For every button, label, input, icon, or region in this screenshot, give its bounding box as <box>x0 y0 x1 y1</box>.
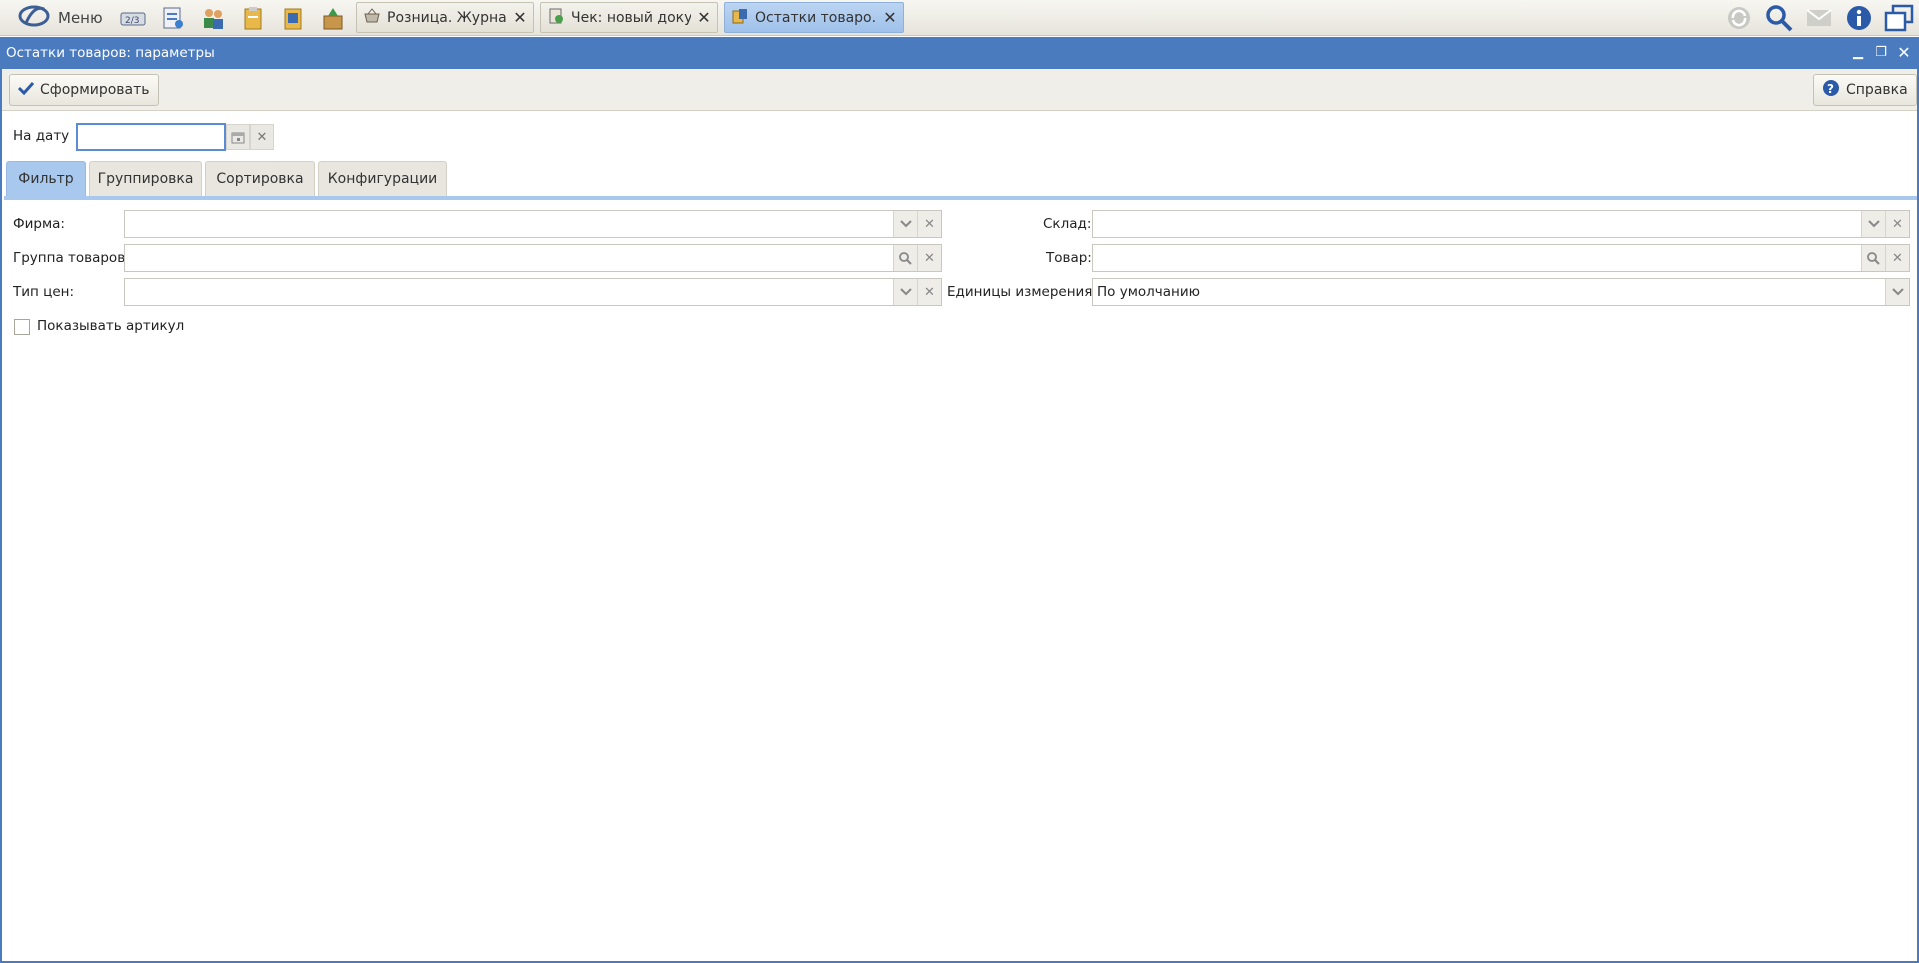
chevron-down-icon[interactable] <box>893 279 917 305</box>
tab-grouping-label: Группировка <box>97 171 194 187</box>
refresh-icon[interactable] <box>1723 3 1755 33</box>
price-type-field[interactable]: ✕ <box>124 278 942 306</box>
warehouse-box-icon[interactable] <box>318 4 348 32</box>
search-icon[interactable] <box>893 245 917 271</box>
tab-label: Розница. Журнал <box>387 9 507 26</box>
units-value: По умолчанию <box>1097 284 1200 300</box>
tab-label: Чек: новый доку... <box>571 9 691 26</box>
help-label: Справка <box>1846 82 1908 98</box>
close-icon[interactable]: ✕ <box>513 8 527 27</box>
tab-filter-label: Фильтр <box>18 171 74 187</box>
product-group-field[interactable]: ✕ <box>124 244 942 272</box>
close-window-icon[interactable]: ✕ <box>1895 44 1913 62</box>
units-label: Единицы измерения: <box>947 284 1097 300</box>
warehouse-field[interactable]: ✕ <box>1092 210 1910 238</box>
calendar-icon[interactable] <box>226 124 250 150</box>
minimize-icon[interactable]: ▁ <box>1849 44 1867 62</box>
contacts-icon[interactable] <box>198 4 228 32</box>
tab-sorting[interactable]: Сортировка <box>205 161 315 196</box>
tab-label: Остатки товаро... <box>755 9 877 26</box>
window-title: Остатки товаров: параметры <box>6 45 215 61</box>
main-menu-button[interactable]: Меню <box>10 3 111 33</box>
toolbar: Сформировать ? Справка <box>2 69 1917 111</box>
svg-text:?: ? <box>1827 82 1834 96</box>
clear-icon[interactable]: ✕ <box>917 279 941 305</box>
clear-icon[interactable]: ✕ <box>917 211 941 237</box>
basket-icon <box>363 7 381 29</box>
windows-icon[interactable] <box>1883 3 1915 33</box>
tab-retail-journal[interactable]: Розница. Журнал ✕ <box>356 2 534 33</box>
app-logo-icon <box>18 3 50 33</box>
generate-label: Сформировать <box>40 82 150 98</box>
clipboard-icon[interactable] <box>238 4 268 32</box>
clear-date-icon[interactable]: ✕ <box>250 124 274 150</box>
top-taskbar: Меню 2/3 Розница. Журнал ✕ Чек: новый до… <box>0 0 1919 36</box>
checklist-icon[interactable] <box>278 4 308 32</box>
date-input[interactable] <box>76 123 226 151</box>
restore-icon[interactable]: ❐ <box>1872 44 1890 62</box>
product-label: Товар: <box>1046 250 1092 266</box>
product-field[interactable]: ✕ <box>1092 244 1910 272</box>
tab-strip-underline <box>4 196 1917 200</box>
search-icon[interactable] <box>1861 245 1885 271</box>
chevron-down-icon[interactable] <box>1885 279 1909 305</box>
show-article-label: Показывать артикул <box>37 318 185 334</box>
price-type-label: Тип цен: <box>13 284 75 300</box>
clear-icon[interactable]: ✕ <box>1885 211 1909 237</box>
tab-sorting-label: Сортировка <box>216 171 304 187</box>
tab-new-receipt[interactable]: Чек: новый доку... ✕ <box>540 2 718 33</box>
mail-icon[interactable] <box>1803 3 1835 33</box>
product-group-label: Группа товаров: <box>13 250 130 266</box>
report-window: Остатки товаров: параметры ▁ ❐ ✕ Сформир… <box>0 37 1919 963</box>
help-icon: ? <box>1822 79 1840 101</box>
goods-icon <box>731 7 749 29</box>
close-icon[interactable]: ✕ <box>883 8 897 27</box>
chevron-down-icon[interactable] <box>893 211 917 237</box>
menu-label: Меню <box>58 9 103 27</box>
checkmark-icon <box>17 81 35 99</box>
tab-configurations-label: Конфигурации <box>327 171 438 187</box>
firm-field[interactable]: ✕ <box>124 210 942 238</box>
show-article-checkbox[interactable] <box>14 319 30 335</box>
close-icon[interactable]: ✕ <box>697 8 711 27</box>
warehouse-label: Склад: <box>1043 216 1092 232</box>
generate-button[interactable]: Сформировать <box>9 74 159 106</box>
clear-icon[interactable]: ✕ <box>917 245 941 271</box>
firm-label: Фирма: <box>13 216 65 232</box>
date-label: На дату <box>13 128 70 144</box>
documents-icon[interactable] <box>158 4 188 32</box>
window-titlebar: Остатки товаров: параметры ▁ ❐ ✕ <box>2 37 1917 69</box>
calculator-icon[interactable]: 2/3 <box>118 4 148 32</box>
info-icon[interactable] <box>1843 3 1875 33</box>
tab-stock-report[interactable]: Остатки товаро... ✕ <box>724 2 904 33</box>
search-icon[interactable] <box>1763 3 1795 33</box>
receipt-icon <box>547 7 565 29</box>
units-select[interactable]: По умолчанию <box>1092 278 1910 306</box>
help-button[interactable]: ? Справка <box>1813 74 1917 106</box>
svg-text:2/3: 2/3 <box>125 16 139 26</box>
clear-icon[interactable]: ✕ <box>1885 245 1909 271</box>
tab-configurations[interactable]: Конфигурации <box>318 161 447 196</box>
tab-filter[interactable]: Фильтр <box>6 161 86 196</box>
chevron-down-icon[interactable] <box>1861 211 1885 237</box>
tab-grouping[interactable]: Группировка <box>89 161 202 196</box>
